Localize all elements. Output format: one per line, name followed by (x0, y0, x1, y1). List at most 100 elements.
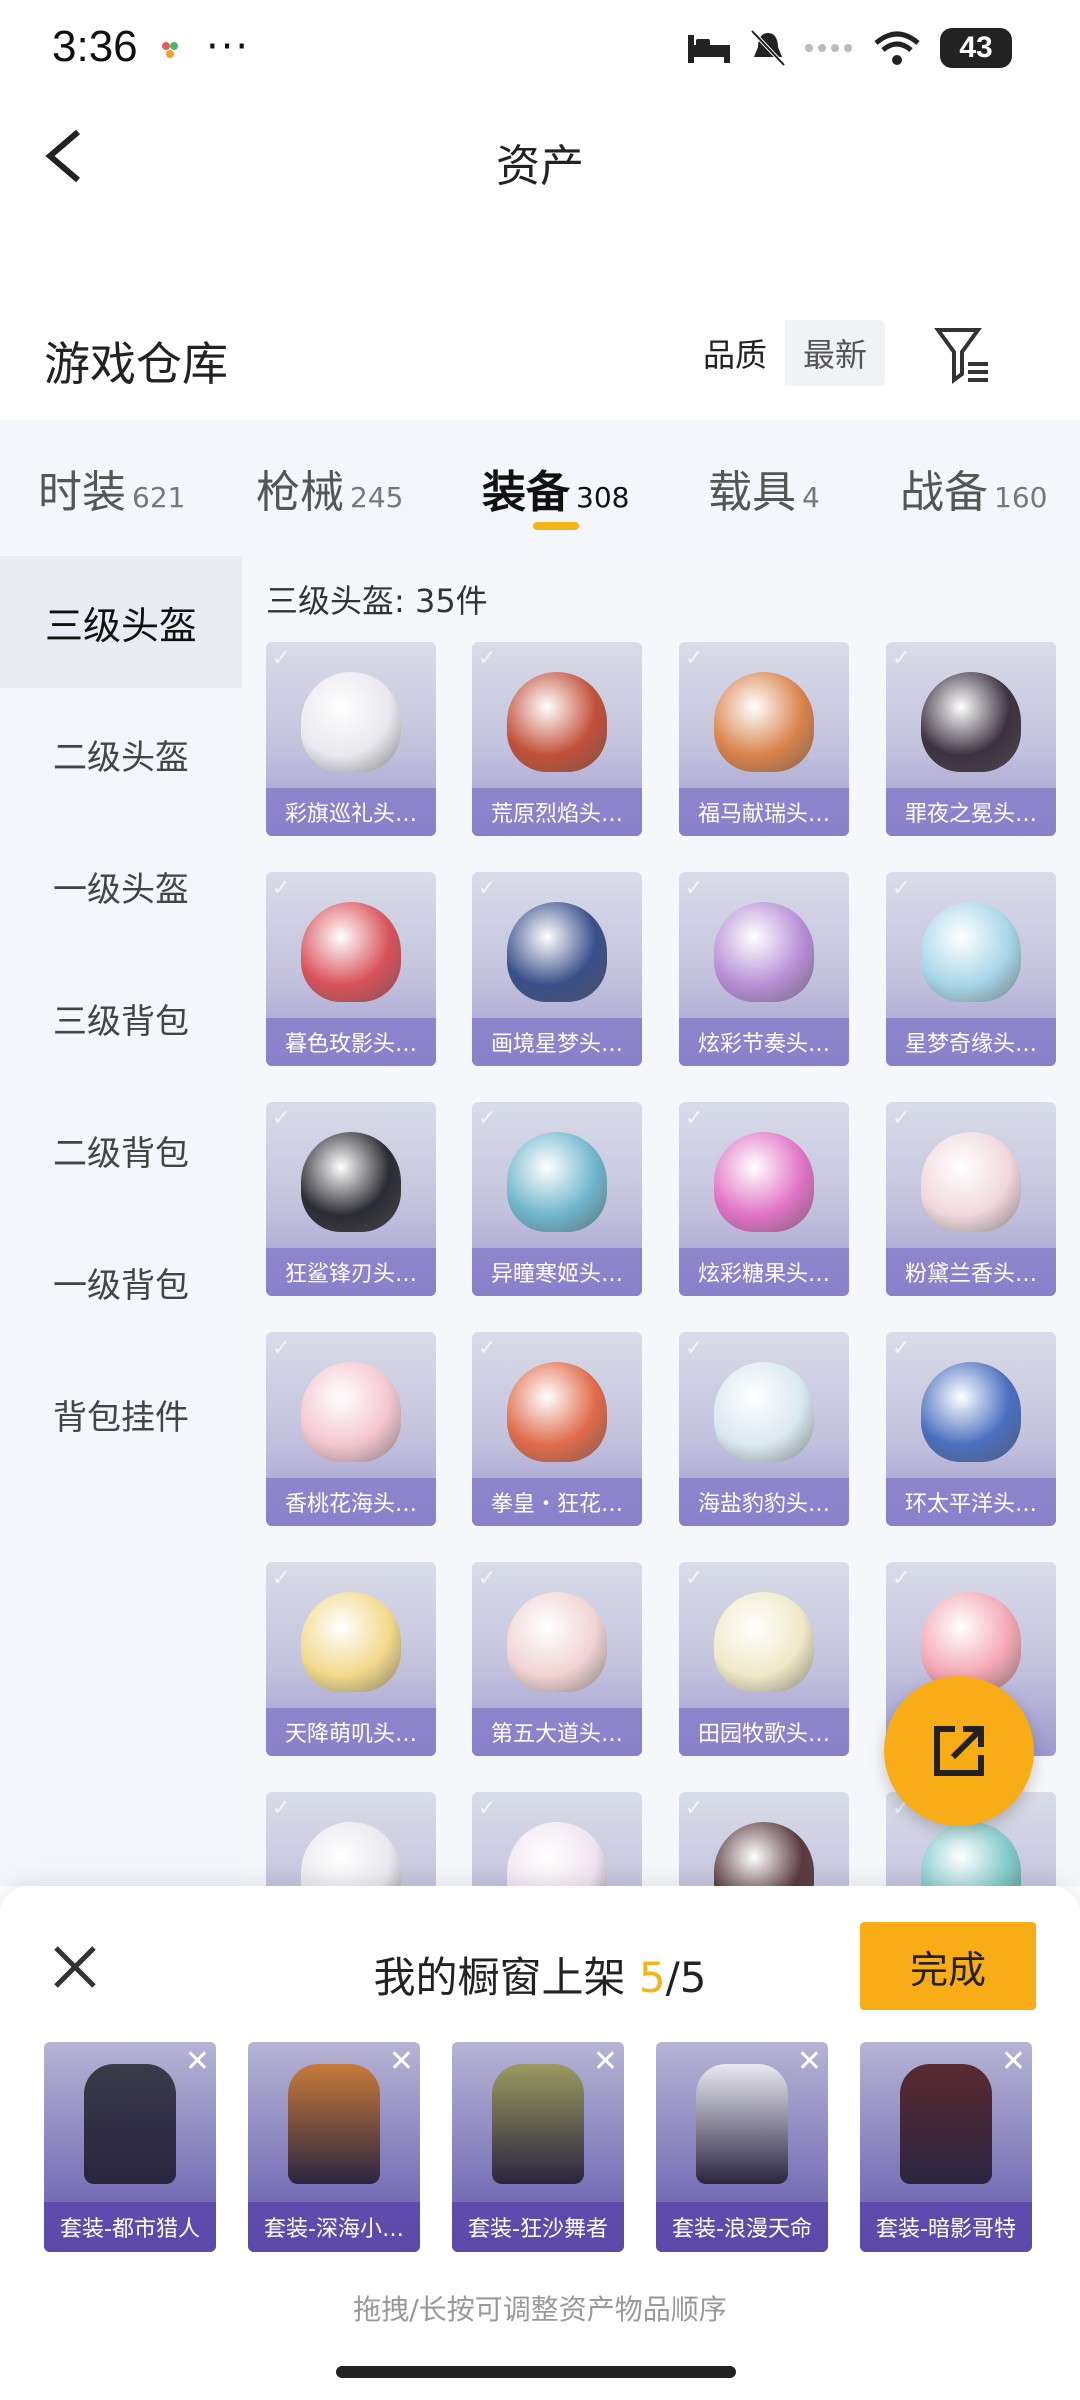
item-name: 粉黛兰香头… (886, 1248, 1056, 1296)
item-card[interactable]: ✓ 荒原烈焰头… (472, 642, 642, 836)
item-card[interactable]: ✓ 罪夜之冕头… (886, 642, 1056, 836)
check-icon: ✓ (685, 1336, 704, 1361)
item-card[interactable]: ✓ 暮色玫影头… (266, 872, 436, 1066)
tab-vehicles[interactable]: 载具 4 (708, 456, 820, 520)
remove-icon[interactable]: ✕ (593, 2044, 618, 2079)
item-card[interactable]: ✓ 炫彩节奏头… (679, 872, 849, 1066)
item-card[interactable]: ✓ (472, 1792, 642, 1886)
helmet-image (507, 672, 607, 772)
status-more-icon: ··· (206, 24, 251, 70)
item-card[interactable]: ✓ 环太平洋头… (886, 1332, 1056, 1526)
showcase-slot[interactable]: ✕ 套装-暗影哥特 (860, 2042, 1032, 2252)
showcase-title-text: 我的橱窗上架 (373, 1953, 626, 2002)
showcase-sheet: 我的橱窗上架 5/5 完成 ✕ 套装-都市猎人 ✕ 套装-深海小… ✕ 套装-狂沙舞者 ✕ 套… (0, 1886, 1080, 2400)
remove-icon[interactable]: ✕ (1001, 2044, 1026, 2079)
showcase-slot[interactable]: ✕ 套装-都市猎人 (44, 2042, 216, 2252)
remove-icon[interactable]: ✕ (185, 2044, 210, 2079)
helmet-image (714, 1592, 814, 1692)
showcase-slot[interactable]: ✕ 套装-狂沙舞者 (452, 2042, 624, 2252)
check-icon: ✓ (685, 1566, 704, 1591)
check-icon: ✓ (478, 1566, 497, 1591)
sort-toggle: 品质 最新 (685, 320, 885, 386)
helmet-image (301, 1592, 401, 1692)
tab-label: 枪械 (256, 467, 344, 518)
item-name: 天降萌叽头… (266, 1708, 436, 1756)
tab-weapons[interactable]: 枪械 245 (256, 456, 403, 520)
battery-icon: 43 (940, 28, 1012, 68)
tab-label: 装备 (482, 467, 570, 518)
item-card[interactable]: ✓ 田园牧歌头… (679, 1562, 849, 1756)
check-icon: ✓ (272, 876, 291, 901)
item-card[interactable]: ✓ 炫彩糖果头… (679, 1102, 849, 1296)
remove-icon[interactable]: ✕ (389, 2044, 414, 2079)
filter-icon[interactable] (934, 324, 990, 384)
sidebar-item-level1-backpack[interactable]: 一级背包 (0, 1216, 242, 1348)
reorder-hint: 拖拽/长按可调整资产物品顺序 (353, 2293, 727, 2326)
remove-icon[interactable]: ✕ (797, 2044, 822, 2079)
outfit-name: 套装-都市猎人 (44, 2202, 216, 2252)
status-time: 3:36 (52, 22, 138, 71)
outfit-name: 套装-深海小… (248, 2202, 420, 2252)
helmet-image (921, 1822, 1021, 1886)
item-card[interactable]: ✓ 星梦奇缘头… (886, 872, 1056, 1066)
tab-count: 621 (132, 481, 186, 514)
sidebar-item-level3-helmet[interactable]: 三级头盔 (0, 556, 242, 688)
helmet-image (714, 1132, 814, 1232)
item-card[interactable]: ✓ 福马献瑞头… (679, 642, 849, 836)
item-card[interactable]: ✓ 天降萌叽头… (266, 1562, 436, 1756)
item-card[interactable]: ✓ (266, 1792, 436, 1886)
helmet-image (301, 1132, 401, 1232)
item-name: 香桃花海头… (266, 1478, 436, 1526)
helmet-image (921, 1362, 1021, 1462)
item-card[interactable]: ✓ 异瞳寒姬头… (472, 1102, 642, 1296)
check-icon: ✓ (685, 1106, 704, 1131)
warehouse-header: 游戏仓库 品质 最新 (0, 310, 1080, 410)
check-icon: ✓ (272, 646, 291, 671)
item-card[interactable]: ✓ 狂鲨锋刃头… (266, 1102, 436, 1296)
tab-fashion[interactable]: 时装 621 (38, 456, 185, 520)
check-icon: ✓ (272, 1336, 291, 1361)
outfit-image (288, 2064, 380, 2184)
sidebar-item-level2-backpack[interactable]: 二级背包 (0, 1084, 242, 1216)
item-name: 拳皇・狂花… (472, 1478, 642, 1526)
helmet-image (921, 902, 1021, 1002)
helmet-image (507, 1132, 607, 1232)
item-card[interactable]: ✓ 香桃花海头… (266, 1332, 436, 1526)
signal-dots-icon (805, 44, 852, 52)
item-card[interactable]: ✓ 画境星梦头… (472, 872, 642, 1066)
sidebar-item-backpack-charm[interactable]: 背包挂件 (0, 1348, 242, 1480)
bed-icon (688, 35, 730, 63)
check-icon: ✓ (685, 876, 704, 901)
sidebar-item-level2-helmet[interactable]: 二级头盔 (0, 688, 242, 820)
category-tabs: 时装 621 枪械 245 装备 308 载具 4 战备 160 (0, 420, 1080, 556)
tab-equipment[interactable]: 装备 308 (482, 456, 629, 520)
item-card[interactable]: ✓ 第五大道头… (472, 1562, 642, 1756)
item-name: 环太平洋头… (886, 1478, 1056, 1526)
helmet-image (714, 672, 814, 772)
sidebar-item-level1-helmet[interactable]: 一级头盔 (0, 820, 242, 952)
done-button[interactable]: 完成 (860, 1922, 1036, 2010)
item-name: 异瞳寒姬头… (472, 1248, 642, 1296)
sort-quality-button[interactable]: 品质 (685, 320, 785, 386)
showcase-slot[interactable]: ✕ 套装-深海小… (248, 2042, 420, 2252)
tab-supplies[interactable]: 战备 160 (900, 456, 1047, 520)
tab-label: 时装 (38, 467, 126, 518)
tab-label: 载具 (708, 467, 796, 518)
showcase-slot[interactable]: ✕ 套装-浪漫天命 (656, 2042, 828, 2252)
check-icon: ✓ (478, 876, 497, 901)
item-card[interactable]: ✓ 粉黛兰香头… (886, 1102, 1056, 1296)
mute-bell-icon (750, 29, 786, 67)
share-fab-button[interactable] (884, 1676, 1034, 1826)
item-card[interactable]: ✓ (679, 1792, 849, 1886)
item-card[interactable]: ✓ 海盐豹豹头… (679, 1332, 849, 1526)
status-icons: 43 (686, 28, 1012, 68)
sort-latest-button[interactable]: 最新 (785, 320, 885, 386)
item-name: 荒原烈焰头… (472, 788, 642, 836)
item-count-label: 三级头盔: 35件 (266, 582, 488, 620)
showcase-count-current: 5 (638, 1953, 666, 2002)
outfit-name: 套装-狂沙舞者 (452, 2202, 624, 2252)
check-icon: ✓ (478, 1106, 497, 1131)
item-card[interactable]: ✓ 拳皇・狂花… (472, 1332, 642, 1526)
item-card[interactable]: ✓ 彩旗巡礼头… (266, 642, 436, 836)
sidebar-item-level3-backpack[interactable]: 三级背包 (0, 952, 242, 1084)
